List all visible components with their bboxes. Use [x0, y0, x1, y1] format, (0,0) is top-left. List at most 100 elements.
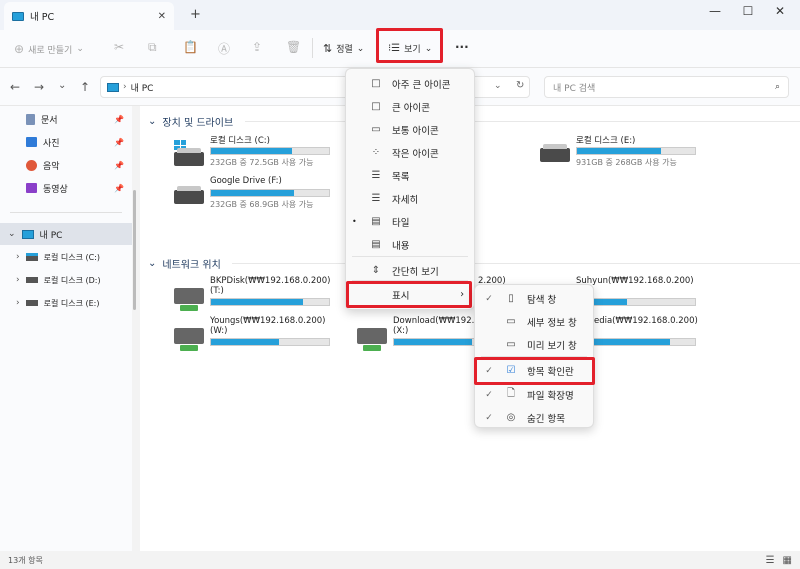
show-menu-label: 탐색 창: [527, 294, 557, 306]
section-title: 장치 및 드라이브: [162, 118, 234, 129]
show-menu-item[interactable]: ✓ ◎ 숨긴 항목: [475, 406, 593, 429]
view-mode-icon: ☰: [371, 193, 381, 204]
title-bar: 내 PC ✕ + — ☐ ✕: [0, 0, 800, 30]
show-submenu: ✓ ▯ 탐색 창 ▭ 세부 정보 창 ▭ 미리 보기 창 ✓ ☑ 항목 확인란 ✓ 🗋 파일 확장명 ✓ ◎…: [474, 284, 594, 428]
view-menu-item[interactable]: • ▤ 타일: [346, 210, 474, 233]
expand-chevron-icon: ⌄: [8, 229, 16, 239]
drive-usage-fill: [211, 190, 294, 196]
show-menu-item[interactable]: ✓ ▯ 탐색 창: [475, 287, 593, 310]
forward-icon[interactable]: →: [34, 80, 44, 94]
sidebar-item-drive-d[interactable]: › 로컬 디스크 (D:): [0, 269, 132, 291]
new-button[interactable]: ⊕ 새로 만들기 ⌄: [14, 42, 84, 56]
drive-tile-f[interactable]: Google Drive (F:) 232GB 중 68.9GB 사용 가능: [174, 176, 334, 216]
divider: [312, 38, 313, 58]
sidebar-label: 음악: [43, 161, 60, 172]
drive-usage-fill: [211, 299, 304, 305]
cut-icon[interactable]: ✂: [114, 40, 124, 54]
sidebar-label: 사진: [43, 138, 60, 149]
view-menu-item[interactable]: ▭ 보통 아이콘: [346, 118, 474, 141]
navigation-pane: 문서 📌 사진 📌 음악 📌 동영상 📌 ⌄ 내 PC › 로컬 디스크 (C:…: [0, 106, 132, 551]
close-window-icon[interactable]: ✕: [770, 4, 790, 18]
sidebar-item-music[interactable]: 음악 📌: [0, 154, 132, 176]
copy-icon[interactable]: ⧉: [148, 40, 157, 55]
rename-icon[interactable]: Ⓐ: [218, 40, 230, 57]
view-menu-item[interactable]: ☰ 목록: [346, 164, 474, 187]
maximize-icon[interactable]: ☐: [738, 4, 758, 18]
view-menu-item[interactable]: ☰ 자세히: [346, 187, 474, 210]
drive-tile-c[interactable]: 로컬 디스크 (C:) 232GB 중 72.5GB 사용 가능: [174, 134, 334, 174]
up-icon[interactable]: ↑: [80, 80, 90, 94]
drive-tile-e[interactable]: 로컬 디스크 (E:) 931GB 중 268GB 사용 가능: [540, 134, 700, 174]
details-view-icon[interactable]: ☰: [766, 555, 775, 566]
sidebar-item-pictures[interactable]: 사진 📌: [0, 131, 132, 153]
show-menu-item[interactable]: ✓ 🗋 파일 확장명: [475, 383, 593, 406]
show-menu-label: 미리 보기 창: [527, 340, 577, 352]
network-tile-w[interactable]: Youngs(₩₩192.168.0.200) (W:): [174, 316, 334, 356]
expand-chevron-icon: ›: [16, 275, 20, 285]
document-icon: [26, 113, 35, 125]
sidebar-item-videos[interactable]: 동영상 📌: [0, 177, 132, 199]
drive-usage-bar: [576, 147, 696, 155]
show-menu-item[interactable]: ▭ 세부 정보 창: [475, 310, 593, 333]
chevron-down-icon: ⌄: [76, 44, 84, 54]
drive-icon: [540, 142, 570, 164]
tiles-view-icon[interactable]: ▦: [783, 555, 792, 566]
view-menu-item[interactable]: □ 큰 아이콘: [346, 95, 474, 118]
sidebar-label: 로컬 디스크 (E:): [43, 298, 100, 308]
breadcrumb-chevron-icon: ›: [123, 82, 127, 92]
drive-usage-fill: [581, 339, 670, 345]
section-header-network[interactable]: ⌄ 네트워크 위치: [148, 256, 221, 271]
search-input[interactable]: 내 PC 검색 ⌕: [544, 76, 789, 98]
recent-chevron-icon[interactable]: ⌄: [58, 80, 66, 91]
drive-size: 931GB 중 268GB 사용 가능: [576, 158, 677, 167]
address-dropdown-icon[interactable]: ⌄: [494, 81, 502, 91]
view-menu-item[interactable]: ▤ 내용: [346, 233, 474, 256]
view-menu-label: 간단히 보기: [392, 266, 439, 278]
close-tab-icon[interactable]: ✕: [158, 11, 166, 22]
minimize-icon[interactable]: —: [705, 4, 725, 18]
view-menu-item[interactable]: □ 아주 큰 아이콘: [346, 72, 474, 95]
network-tile-t[interactable]: BKPDisk(₩₩192.168.0.200) (T:): [174, 276, 334, 316]
network-name: Youngs(₩₩192.168.0.200) (W:): [210, 316, 326, 336]
sidebar-scrollbar[interactable]: [133, 190, 136, 310]
sort-button[interactable]: ⇅ 정렬 ⌄: [323, 42, 364, 55]
status-bar: 13개 항목 ☰ ▦: [0, 551, 800, 569]
tab-this-pc[interactable]: 내 PC ✕: [4, 2, 174, 30]
paste-icon[interactable]: 📋: [183, 40, 198, 54]
drive-icon: [25, 300, 38, 306]
sidebar-label: 문서: [41, 115, 58, 126]
new-label: 새로 만들기: [28, 45, 73, 56]
drive-icon: [25, 277, 38, 283]
view-menu-label: 내용: [392, 240, 410, 252]
delete-icon[interactable]: 🗑: [286, 40, 301, 54]
view-menu-item[interactable]: ⇕ 간단히 보기: [346, 259, 474, 282]
view-menu-label: 아주 큰 아이콘: [392, 79, 451, 91]
network-drive-icon: [174, 284, 204, 311]
drive-usage-bar: [210, 338, 330, 346]
refresh-icon[interactable]: ↻: [516, 80, 524, 91]
share-icon[interactable]: ⇪: [252, 40, 262, 54]
sidebar-divider: [10, 212, 122, 213]
more-options-button[interactable]: ···: [455, 40, 469, 54]
drive-icon: [174, 184, 204, 206]
view-mode-icon: □: [371, 101, 381, 112]
plus-circle-icon: ⊕: [14, 42, 25, 56]
view-mode-icon: ▭: [371, 124, 381, 135]
drive-usage-fill: [211, 148, 293, 154]
new-tab-button[interactable]: +: [190, 7, 201, 22]
network-drive-icon: [357, 324, 387, 351]
network-tile-multimedia[interactable]: timedia(₩₩192.168.0.200): [580, 316, 700, 356]
sidebar-item-documents[interactable]: 문서 📌: [0, 108, 132, 130]
view-menu-item[interactable]: ⁘ 작은 아이콘: [346, 141, 474, 164]
back-icon[interactable]: ←: [10, 80, 20, 94]
view-menu-label: 타일: [392, 217, 410, 229]
sidebar-item-drive-e[interactable]: › 로컬 디스크 (E:): [0, 292, 132, 314]
sidebar-item-this-pc[interactable]: ⌄ 내 PC: [0, 223, 132, 245]
drive-name: 로컬 디스크 (E:): [576, 136, 636, 146]
drive-name: 로컬 디스크 (C:): [210, 136, 270, 146]
show-option-icon: ◎: [506, 412, 516, 423]
show-menu-item[interactable]: ▭ 미리 보기 창: [475, 333, 593, 356]
section-header-devices[interactable]: ⌄ 장치 및 드라이브: [148, 114, 233, 129]
sidebar-item-drive-c[interactable]: › 로컬 디스크 (C:): [0, 246, 132, 268]
drive-usage-bar: [580, 338, 696, 346]
